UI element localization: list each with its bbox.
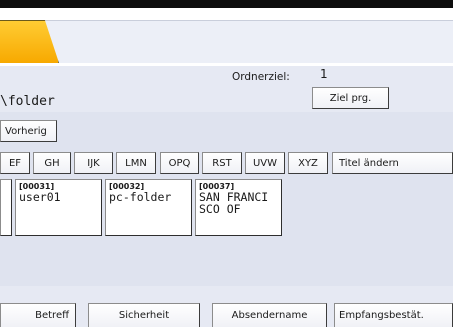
entry-partial[interactable] — [0, 179, 12, 236]
alpha-tab-row: EF GH IJK LMN OPQ RST UVW XYZ Titel ände… — [0, 152, 453, 174]
alpha-tab-gh[interactable]: GH — [33, 152, 71, 174]
entry-name: pc-folder — [109, 190, 172, 204]
vorherig-button[interactable]: Vorherig — [0, 120, 57, 142]
folder-path: \folder — [0, 94, 55, 109]
entry-user01[interactable]: [00031] user01 — [15, 179, 102, 236]
entry-san-francisco-of[interactable]: [00037] SAN FRANCI SCO OF — [195, 179, 282, 236]
alpha-tab-ef[interactable]: EF — [0, 152, 30, 174]
ordnerziel-value: 1 — [320, 67, 328, 81]
tab-second[interactable] — [43, 20, 453, 63]
titel-andern-button[interactable]: Titel ändern — [332, 152, 453, 174]
entry-name: user01 — [19, 190, 61, 204]
alpha-tab-opq[interactable]: OPQ — [160, 152, 199, 174]
alpha-tab-lmn[interactable]: LMN — [116, 152, 156, 174]
tab-strip — [0, 8, 453, 68]
alpha-tab-uvw[interactable]: UVW — [245, 152, 285, 174]
betreff-button[interactable]: Betreff — [0, 303, 76, 327]
alpha-tab-rst[interactable]: RST — [202, 152, 242, 174]
sicherheit-button[interactable]: Sicherheit — [88, 303, 200, 327]
alpha-tab-xyz[interactable]: XYZ — [288, 152, 328, 174]
top-border — [0, 0, 453, 8]
entry-pc-folder[interactable]: [00032] pc-folder — [105, 179, 192, 236]
alpha-tab-ijk[interactable]: IJK — [74, 152, 113, 174]
ordnerziel-label: Ordnerziel: — [232, 71, 290, 83]
absendername-button[interactable]: Absendername — [212, 303, 327, 327]
address-entries: [00031] user01 [00032] pc-folder [00037]… — [0, 179, 453, 239]
ziel-prg-button[interactable]: Ziel prg. — [312, 87, 389, 109]
entry-name: SAN FRANCI SCO OF — [199, 190, 269, 216]
empfangsbestat-button[interactable]: Empfangsbestät. — [334, 303, 453, 327]
